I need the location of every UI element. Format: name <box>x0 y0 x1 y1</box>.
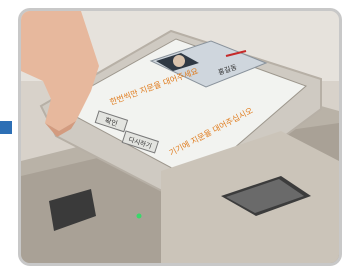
photo: 한번씩만 지문을 대어주세요 기기에 지문을 대어주십시오 확인 다시하기 홍길… <box>18 8 342 266</box>
accent-bar <box>0 121 12 134</box>
kiosk-photo-illustration: 한번씩만 지문을 대어주세요 기기에 지문을 대어주십시오 확인 다시하기 홍길… <box>21 11 339 263</box>
image-frame: 한번씩만 지문을 대어주세요 기기에 지문을 대어주십시오 확인 다시하기 홍길… <box>0 0 346 268</box>
